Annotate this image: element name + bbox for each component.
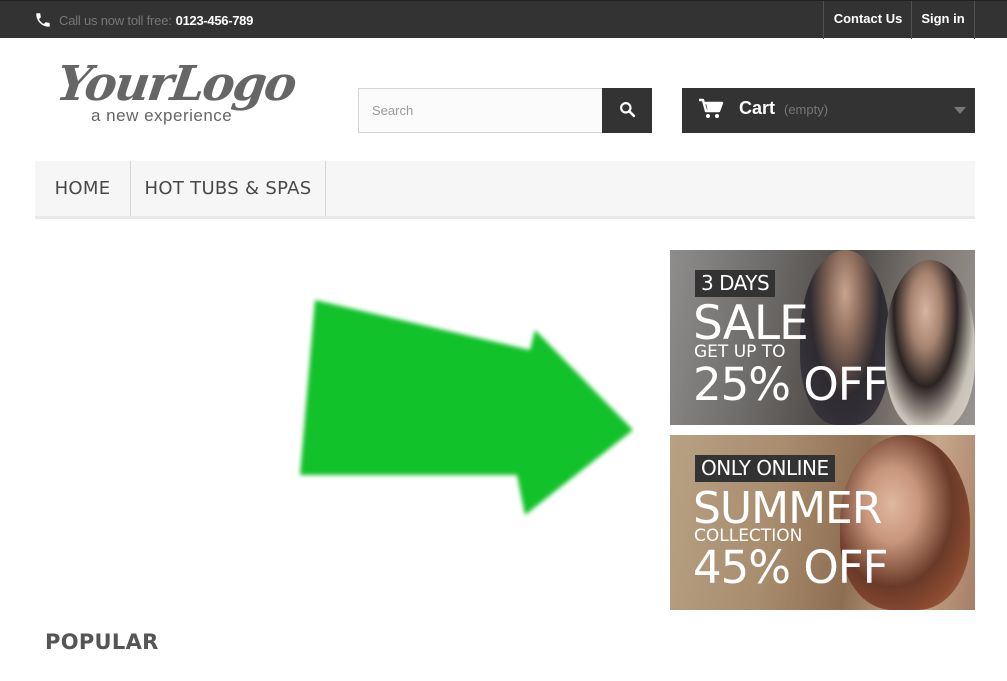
cart-status: (empty) xyxy=(784,102,829,117)
banner-discount: 25% OFF xyxy=(693,358,889,411)
logo-tagline: a new experience xyxy=(91,106,233,125)
popular-section-title: POPULAR xyxy=(45,630,159,654)
contact-us-link[interactable]: Contact Us xyxy=(823,1,912,39)
banner-headline: SALE xyxy=(693,296,809,351)
sign-in-link[interactable]: Sign in xyxy=(911,1,975,39)
logo[interactable]: YourLogo a new experience xyxy=(53,56,299,130)
arrow-right-icon xyxy=(300,300,633,515)
banner-headline: SUMMER xyxy=(693,483,882,534)
phone-number: 0123-456-789 xyxy=(175,12,254,28)
phone-icon xyxy=(34,11,52,29)
search-input[interactable] xyxy=(358,88,603,133)
phone-info: Call us now toll free: 0123-456-789 xyxy=(34,9,253,31)
search-icon xyxy=(619,101,636,121)
menu-item-home[interactable]: HOME xyxy=(35,161,131,216)
cart-icon xyxy=(698,98,724,120)
cart-block[interactable]: Cart (empty) xyxy=(682,88,975,133)
caret-down-icon xyxy=(954,107,966,114)
logo-text: YourLogo xyxy=(53,56,299,112)
top-bar: Call us now toll free: 0123-456-789 Cont… xyxy=(0,0,1007,39)
promo-banner-summer[interactable]: ONLY ONLINE SUMMER COLLECTION 45% OFF xyxy=(670,435,975,610)
main-menu: HOME HOT TUBS & SPAS xyxy=(35,161,975,219)
promo-banner-sale[interactable]: 3 DAYS SALE GET UP TO 25% OFF xyxy=(670,250,975,425)
menu-item-hot-tubs-spas[interactable]: HOT TUBS & SPAS xyxy=(131,161,326,216)
cart-label: Cart xyxy=(739,98,776,118)
banner-tag: ONLY ONLINE xyxy=(695,455,835,482)
banner-photo-2 xyxy=(885,260,975,425)
banner-discount: 45% OFF xyxy=(693,541,889,594)
banner-tag: 3 DAYS xyxy=(695,270,776,297)
search-button[interactable] xyxy=(602,88,652,133)
phone-label: Call us now toll free: xyxy=(59,12,172,28)
